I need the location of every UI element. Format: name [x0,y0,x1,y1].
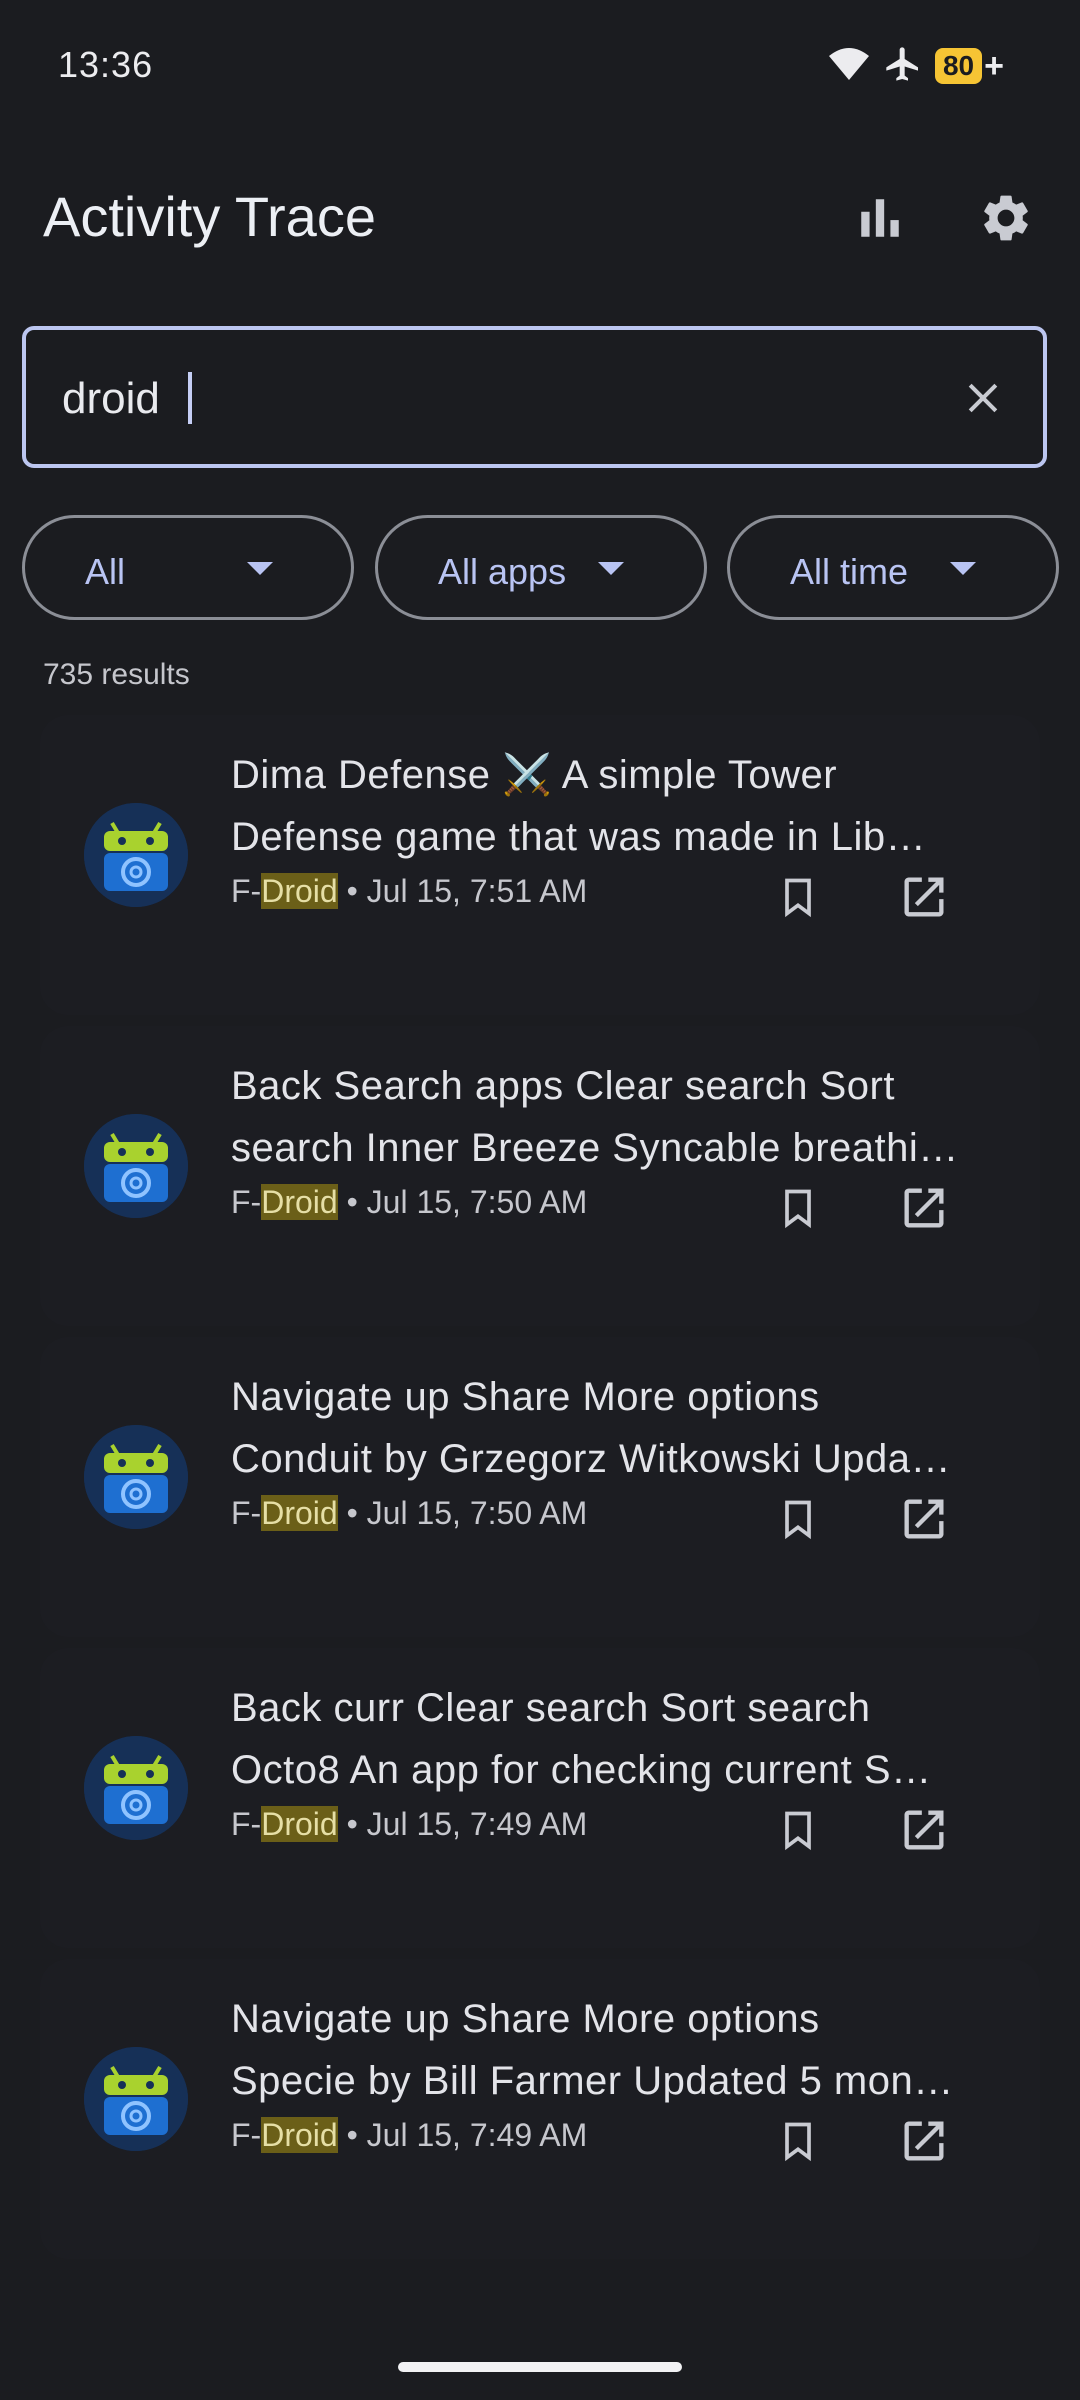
source-app-prefix: F- [231,1495,262,1531]
filter-type-dropdown[interactable]: All [22,515,354,620]
bookmark-button[interactable] [766,1176,830,1240]
result-meta: F-Droid • Jul 15, 7:50 AM [231,1184,587,1221]
filter-apps-dropdown[interactable]: All apps [375,515,707,620]
bookmark-icon [785,1811,811,1851]
status-time: 13:36 [58,44,154,85]
search-match-highlight: Droid [261,1184,338,1220]
result-timestamp: • Jul 15, 7:51 AM [337,873,588,909]
page-title: Activity Trace [43,185,376,248]
results-count: 735 results [43,658,190,691]
dropdown-arrow-icon [247,562,273,575]
bookmark-icon [785,1500,811,1540]
result-card[interactable]: Navigate up Share More options Conduit by… [40,1337,1040,1637]
result-line-1: Back curr Clear search Sort search [231,1686,871,1730]
source-app-prefix: F- [231,2117,262,2153]
open-external-icon [904,2121,944,2161]
open-external-icon [904,1188,944,1228]
result-timestamp: • Jul 15, 7:50 AM [337,1184,588,1220]
fdroid-app-icon [84,1114,188,1218]
bookmark-button[interactable] [766,1487,830,1551]
search-input[interactable] [62,370,862,428]
open-external-icon [904,1499,944,1539]
filter-type-label: All [85,551,126,592]
home-indicator[interactable] [398,2362,682,2372]
clear-search-button[interactable] [951,366,1015,430]
dropdown-arrow-icon [950,562,976,575]
result-text: Navigate up Share More options Specie by … [231,1988,991,2112]
fdroid-app-icon [84,2047,188,2151]
battery-level: 80 [934,48,983,84]
stats-button[interactable] [848,186,912,250]
result-meta: F-Droid • Jul 15, 7:49 AM [231,1806,587,1843]
dropdown-arrow-icon [598,562,624,575]
result-line-2: Specie by Bill Farmer Updated 5 mon… [231,2059,954,2103]
bar-chart-icon [861,199,899,237]
result-text: Back Search apps Clear search Sort search… [231,1055,991,1179]
wifi-icon [827,46,871,87]
result-line-2: Defense game that was made in Lib… [231,815,927,859]
bookmark-button[interactable] [766,1798,830,1862]
result-line-2: search Inner Breeze Syncable breathi… [231,1126,959,1170]
open-external-button[interactable] [892,2109,956,2173]
search-box[interactable] [22,326,1047,468]
source-app-prefix: F- [231,1806,262,1842]
bookmark-button[interactable] [766,865,830,929]
result-card[interactable]: Back Search apps Clear search Sort search… [40,1026,1040,1326]
result-line-1: Navigate up Share More options [231,1375,820,1419]
search-match-highlight: Droid [261,1495,338,1531]
bookmark-icon [785,2122,811,2162]
result-timestamp: • Jul 15, 7:49 AM [337,1806,588,1842]
source-app-prefix: F- [231,1184,262,1220]
settings-button[interactable] [974,186,1038,250]
source-app-prefix: F- [231,873,262,909]
open-external-icon [904,1810,944,1850]
result-meta: F-Droid • Jul 15, 7:50 AM [231,1495,587,1532]
search-match-highlight: Droid [261,873,338,909]
fdroid-app-icon [84,1425,188,1529]
filter-apps-label: All apps [438,551,567,592]
status-icons: 80 + [827,46,1004,86]
result-line-1: Dima Defense ⚔️ A simple Tower [231,753,838,797]
filter-time-label: All time [790,551,909,592]
bookmark-button[interactable] [766,2109,830,2173]
bookmark-icon [785,1189,811,1229]
airplane-icon [883,44,923,89]
result-timestamp: • Jul 15, 7:50 AM [337,1495,588,1531]
result-line-1: Navigate up Share More options [231,1997,820,2041]
result-card[interactable]: Back curr Clear search Sort search Octo8 … [40,1648,1040,1948]
result-card[interactable]: Dima Defense ⚔️ A simple Tower Defense ga… [40,715,1040,1015]
result-line-2: Octo8 An app for checking current S… [231,1748,932,1792]
search-match-highlight: Droid [261,1806,338,1842]
result-timestamp: • Jul 15, 7:49 AM [337,2117,588,2153]
result-meta: F-Droid • Jul 15, 7:49 AM [231,2117,587,2154]
settings-gear-icon [984,195,1028,241]
result-card[interactable]: Navigate up Share More options Specie by … [40,1959,1040,2259]
result-text: Back curr Clear search Sort search Octo8 … [231,1677,991,1801]
search-match-highlight: Droid [261,2117,338,2153]
open-external-button[interactable] [892,1487,956,1551]
filter-time-dropdown[interactable]: All time [727,515,1059,620]
open-external-button[interactable] [892,1176,956,1240]
open-external-button[interactable] [892,1798,956,1862]
open-external-button[interactable] [892,865,956,929]
bookmark-icon [785,878,811,918]
result-meta: F-Droid • Jul 15, 7:51 AM [231,873,587,910]
close-icon [968,383,998,413]
fdroid-app-icon [84,803,188,907]
battery-charging-indicator: + [984,46,1004,85]
open-external-icon [904,877,944,917]
fdroid-app-icon [84,1736,188,1840]
status-bar: 13:36 80 + [0,0,1080,120]
result-line-2: Conduit by Grzegorz Witkowski Upda… [231,1437,951,1481]
result-text: Dima Defense ⚔️ A simple Tower Defense ga… [231,744,991,868]
result-text: Navigate up Share More options Conduit by… [231,1366,991,1490]
text-cursor [188,372,192,424]
battery-icon: 80 + [934,46,1004,86]
result-line-1: Back Search apps Clear search Sort [231,1064,895,1108]
